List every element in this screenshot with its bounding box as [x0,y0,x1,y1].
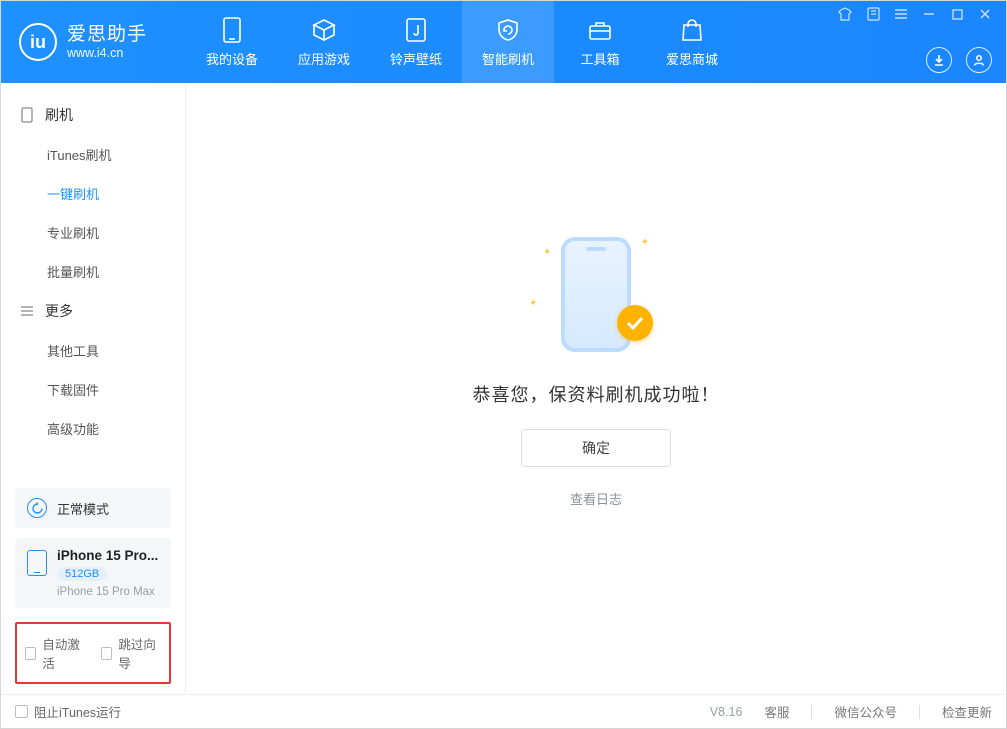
device-capacity-badge: 512GB [57,567,107,581]
checkbox-label: 跳过向导 [118,634,161,672]
checkbox-icon [101,647,112,660]
refresh-shield-icon [495,17,521,43]
checkmark-badge-icon [617,305,653,341]
ok-button[interactable]: 确定 [521,429,671,467]
tab-label: 我的设备 [206,49,258,68]
tab-apps[interactable]: 应用游戏 [278,1,370,83]
refresh-icon [27,498,47,518]
music-icon [403,17,429,43]
sparkle-icon: ✦ [543,247,551,258]
close-icon[interactable] [978,7,992,21]
sidebar-item-pro-flash[interactable]: 专业刷机 [1,213,185,252]
sparkle-icon: ✦ [529,298,537,309]
logo-badge-icon: iu [19,23,57,61]
sidebar-group-more[interactable]: 更多 [1,291,185,331]
checkbox-label: 阻止iTunes运行 [34,702,121,721]
separator [919,705,920,719]
sidebar-group-title: 更多 [45,301,73,321]
tab-label: 铃声壁纸 [390,49,442,68]
device-status-card[interactable]: 正常模式 [15,488,171,528]
tab-device[interactable]: 我的设备 [186,1,278,83]
skin-icon[interactable] [838,7,852,21]
tab-label: 爱思商城 [666,49,718,68]
separator [811,705,812,719]
checkbox-auto-activate[interactable]: 自动激活 [25,634,85,672]
flash-options-box: 自动激活 跳过向导 [15,622,171,684]
sidebar-group-flash[interactable]: 刷机 [1,95,185,135]
tab-label: 应用游戏 [298,49,350,68]
footer-link-support[interactable]: 客服 [764,702,789,721]
toolbox-icon [587,17,613,43]
view-log-link[interactable]: 查看日志 [570,489,622,508]
sidebar-item-batch-flash[interactable]: 批量刷机 [1,252,185,291]
device-name: iPhone 15 Pro... [57,548,158,563]
device-icon [27,550,47,576]
app-logo: iu 爱思助手 www.i4.cn [1,1,186,83]
more-lines-icon [19,303,35,319]
footer-link-wechat[interactable]: 微信公众号 [834,702,897,721]
checkbox-label: 自动激活 [42,634,85,672]
checkbox-icon [15,705,28,718]
sidebar-item-download-firmware[interactable]: 下载固件 [1,370,185,409]
minimize-icon[interactable] [922,7,936,21]
checkbox-icon [25,647,36,660]
checkbox-block-itunes[interactable]: 阻止iTunes运行 [15,702,121,721]
tab-ringwall[interactable]: 铃声壁纸 [370,1,462,83]
tab-label: 工具箱 [580,49,619,68]
main-tabs: 我的设备 应用游戏 铃声壁纸 智能刷机 工具箱 爱思商城 [186,1,738,83]
sparkle-icon: ✦ [641,237,649,248]
phone-outline-icon [19,107,35,123]
cube-icon [311,17,337,43]
tab-tools[interactable]: 工具箱 [554,1,646,83]
tab-mall[interactable]: 爱思商城 [646,1,738,83]
feedback-icon[interactable] [866,7,880,21]
device-model: iPhone 15 Pro Max [57,586,158,598]
sidebar-item-advanced[interactable]: 高级功能 [1,409,185,448]
tab-label: 智能刷机 [482,49,534,68]
app-name-cn: 爱思助手 [67,24,147,46]
device-card[interactable]: iPhone 15 Pro... 512GB iPhone 15 Pro Max [15,538,171,608]
menu-icon[interactable] [894,7,908,21]
success-message: 恭喜您，保资料刷机成功啦！ [473,381,720,407]
sidebar-item-other-tools[interactable]: 其他工具 [1,331,185,370]
app-name-en: www.i4.cn [67,46,147,60]
device-status-label: 正常模式 [57,499,109,518]
bag-icon [679,17,705,43]
sidebar-item-onekey-flash[interactable]: 一键刷机 [1,174,185,213]
maximize-icon[interactable] [950,7,964,21]
success-illustration: ✦ ✦ ✦ [521,229,671,359]
sidebar-item-itunes-flash[interactable]: iTunes刷机 [1,135,185,174]
version-label: V8.16 [710,705,743,719]
download-button[interactable] [926,47,952,73]
phone-icon [219,17,245,43]
tab-flash[interactable]: 智能刷机 [462,1,554,83]
sidebar-group-title: 刷机 [45,105,73,125]
account-button[interactable] [966,47,992,73]
checkbox-skip-wizard[interactable]: 跳过向导 [101,634,161,672]
footer-link-update[interactable]: 检查更新 [942,702,992,721]
